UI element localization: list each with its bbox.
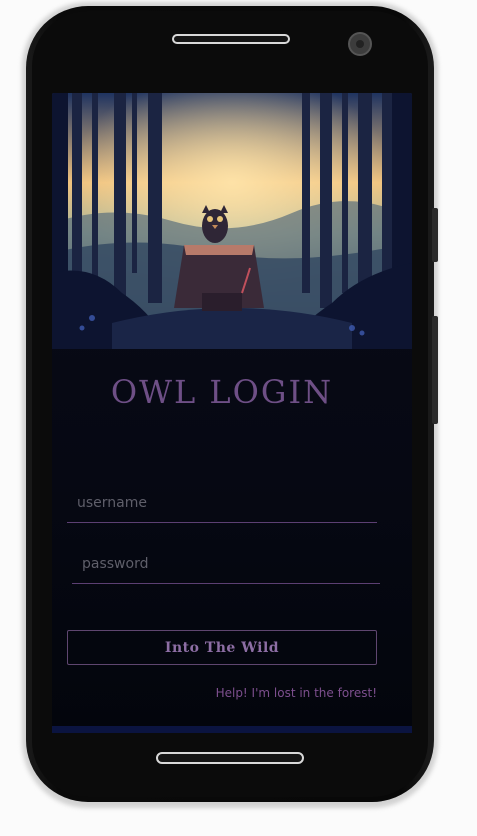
volume-button[interactable]	[432, 208, 438, 262]
forest-owl-illustration	[52, 93, 412, 349]
password-input[interactable]	[72, 544, 380, 584]
password-field[interactable]	[72, 544, 380, 584]
power-button[interactable]	[432, 316, 438, 424]
username-input[interactable]	[67, 483, 377, 523]
into-the-wild-button[interactable]: Into The Wild	[67, 630, 377, 665]
phone-screen: Owl Login Into The Wild Help! I'm lost i…	[52, 93, 412, 733]
screen-bottom-strip	[52, 726, 412, 733]
username-field[interactable]	[67, 483, 377, 523]
page-title: Owl Login	[110, 373, 334, 411]
help-link[interactable]: Help! I'm lost in the forest!	[216, 686, 377, 700]
front-camera-icon	[348, 32, 372, 56]
home-button[interactable]	[156, 752, 304, 764]
speaker-grille	[172, 34, 290, 44]
